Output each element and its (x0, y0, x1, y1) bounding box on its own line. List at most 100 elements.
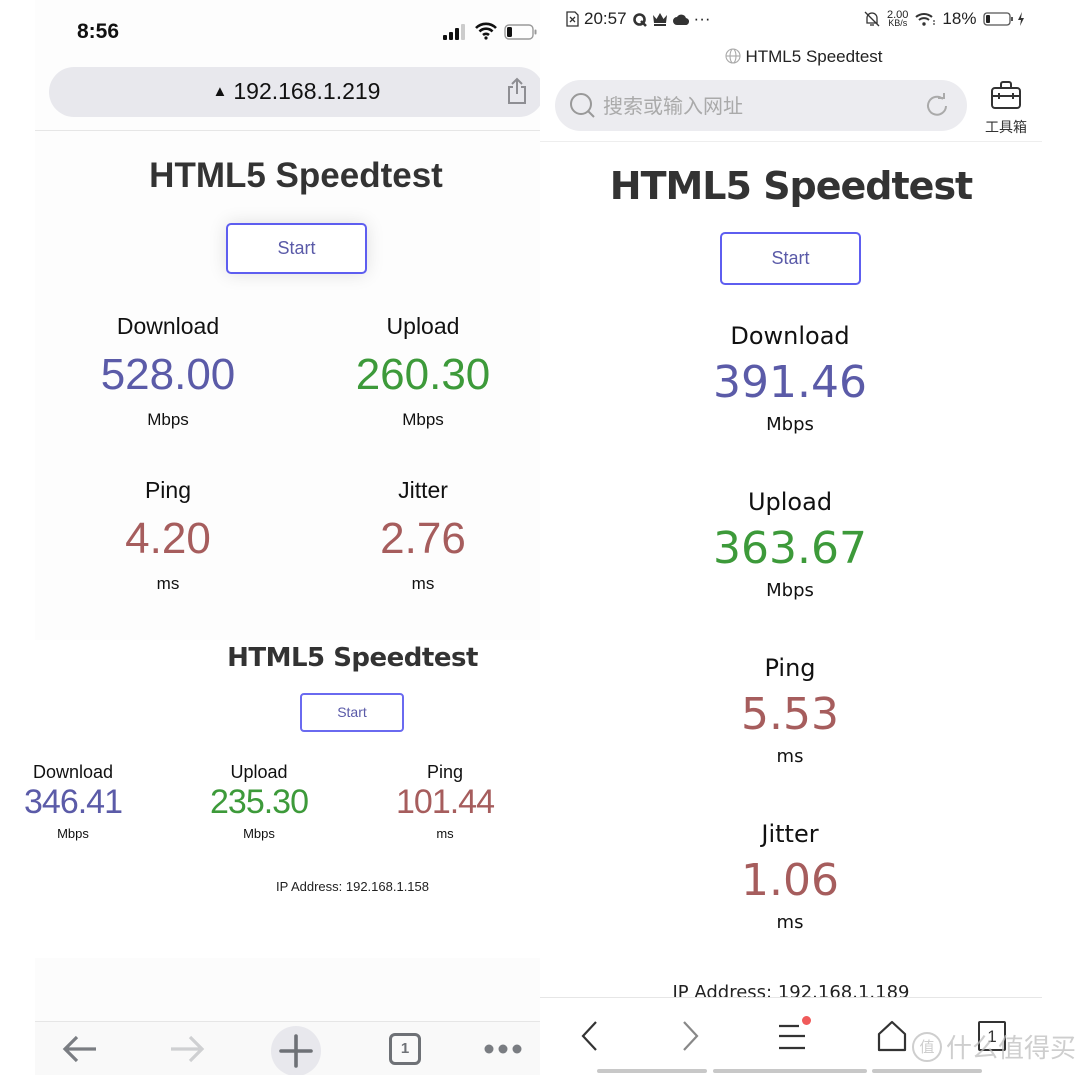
metric-value: 346.41 (24, 783, 123, 821)
more-dots-icon (484, 1044, 522, 1054)
toolbar-divider (540, 997, 1042, 998)
metric-unit: ms (436, 826, 454, 841)
metric-label: Ping (144, 477, 192, 503)
metric-unit: Mbps (766, 414, 814, 435)
metric-unit: ms (776, 912, 804, 933)
metric-download: Download 346.41 Mbps (0, 762, 148, 841)
start-button[interactable]: Start (226, 223, 367, 274)
mute-bell-icon (864, 11, 880, 27)
more-notifications: ··· (693, 9, 711, 28)
header-divider (540, 141, 1042, 142)
metric-value: 528.00 (100, 350, 236, 399)
network-speed: 2.00 KB/s (887, 9, 909, 28)
back-arrow-icon (62, 1035, 96, 1063)
page-title: HTML5 Speedtest (227, 643, 478, 673)
more-button[interactable] (480, 1030, 526, 1068)
battery-percent: 18% (942, 9, 977, 28)
notification-dot (802, 1016, 811, 1025)
ios-status-bar: 8:56 (35, 0, 540, 60)
metric-upload: Upload 363.67 Mbps (640, 488, 940, 601)
metric-value: 5.53 (741, 689, 839, 740)
cloud-icon (672, 14, 689, 25)
gesture-bar (713, 1069, 867, 1073)
metric-value: 260.30 (355, 350, 491, 399)
metric-label: Download (116, 313, 220, 339)
battery-low-icon (504, 24, 537, 40)
plus-icon (279, 1034, 313, 1068)
metric-label: Download (730, 322, 850, 350)
chevron-right-icon (683, 1021, 699, 1051)
crown-icon (652, 13, 667, 26)
url-text: 192.168.1.219 (233, 78, 381, 104)
address-bar[interactable]: ▲ 192.168.1.219 (49, 67, 544, 117)
metric-label: Download (32, 762, 114, 782)
hamburger-menu-icon (779, 1024, 805, 1050)
metric-upload: Upload 235.30 Mbps (184, 762, 334, 841)
metric-unit: Mbps (147, 410, 189, 429)
watermark-logo-icon: 值 (912, 1031, 942, 1062)
metric-unit: Mbps (57, 826, 89, 841)
globe-icon (725, 48, 742, 64)
metric-download: Download 528.00 Mbps (43, 313, 293, 430)
toolbox-button[interactable]: 工具箱 (976, 80, 1036, 136)
start-button[interactable]: Start (720, 232, 861, 285)
tabs-count-icon: 1 (389, 1033, 421, 1065)
search-icon (570, 93, 595, 118)
metric-unit: ms (776, 746, 804, 767)
forward-button[interactable] (162, 1030, 212, 1068)
gesture-bar (872, 1069, 982, 1073)
android-status-bar: 20:57 ··· 2.00 KB/s 18% (540, 0, 1080, 40)
metric-label: Upload (747, 488, 833, 516)
forward-arrow-icon (171, 1035, 205, 1063)
new-tab-button[interactable] (271, 1026, 321, 1075)
battery-charging-icon (983, 12, 1025, 26)
metric-value: 391.46 (713, 357, 867, 408)
ios-safari-screenshot: 8:56 ▲ 192.168.1.219 HTML5 Speedtest Sta… (35, 0, 544, 640)
share-icon[interactable] (506, 77, 528, 105)
metric-jitter: Jitter 1.06 ms (640, 820, 940, 933)
metric-label: Ping (764, 654, 816, 682)
metric-unit: ms (411, 574, 435, 593)
not-secure-warning-icon: ▲ (212, 83, 228, 100)
metric-label: Upload (230, 762, 288, 782)
cellular-signal-icon (443, 24, 465, 40)
metric-ping: Ping 101.44 ms (370, 762, 520, 841)
metric-value: 1.06 (741, 855, 839, 906)
metric-value: 101.44 (396, 783, 495, 821)
home-button[interactable] (870, 1015, 914, 1057)
search-input[interactable] (603, 80, 913, 131)
metric-ping: Ping 4.20 ms (43, 477, 293, 594)
metric-unit: Mbps (243, 826, 275, 841)
status-time: 20:57 (584, 9, 627, 28)
ip-address: IP Address: 192.168.1.189 (672, 982, 910, 997)
wifi-icon (915, 13, 936, 26)
toolbox-label: 工具箱 (985, 120, 1027, 136)
tab-title: HTML5 Speedtest (540, 47, 1068, 67)
metric-label: Upload (386, 313, 460, 339)
refresh-icon[interactable] (923, 92, 951, 120)
search-bar[interactable] (555, 80, 967, 131)
back-button[interactable] (570, 1015, 610, 1057)
ip-address: IP Address: 192.168.1.158 (276, 879, 429, 894)
metric-download: Download 391.46 Mbps (640, 322, 940, 435)
forward-button[interactable] (670, 1015, 710, 1057)
ios-bottom-toolbar: 1 (35, 958, 540, 1075)
gesture-bar (597, 1069, 707, 1073)
metric-jitter: Jitter 2.76 ms (298, 477, 548, 594)
q-app-icon (632, 12, 647, 27)
metric-unit: ms (156, 574, 180, 593)
tabs-button[interactable]: 1 (384, 1030, 426, 1068)
page-title: HTML5 Speedtest (609, 164, 973, 208)
metric-value: 2.76 (380, 514, 466, 563)
toolbox-icon (991, 81, 1021, 109)
status-time: 8:56 (77, 20, 120, 43)
metric-value: 235.30 (210, 783, 309, 821)
metric-upload: Upload 260.30 Mbps (298, 313, 548, 430)
metric-unit: Mbps (766, 580, 814, 601)
back-button[interactable] (55, 1030, 105, 1068)
page-title: HTML5 Speedtest (149, 156, 443, 195)
watermark: 值 什么值得买 (912, 1028, 1076, 1065)
home-icon (877, 1020, 907, 1052)
start-button[interactable]: Start (300, 693, 404, 732)
metric-label: Jitter (398, 477, 448, 503)
